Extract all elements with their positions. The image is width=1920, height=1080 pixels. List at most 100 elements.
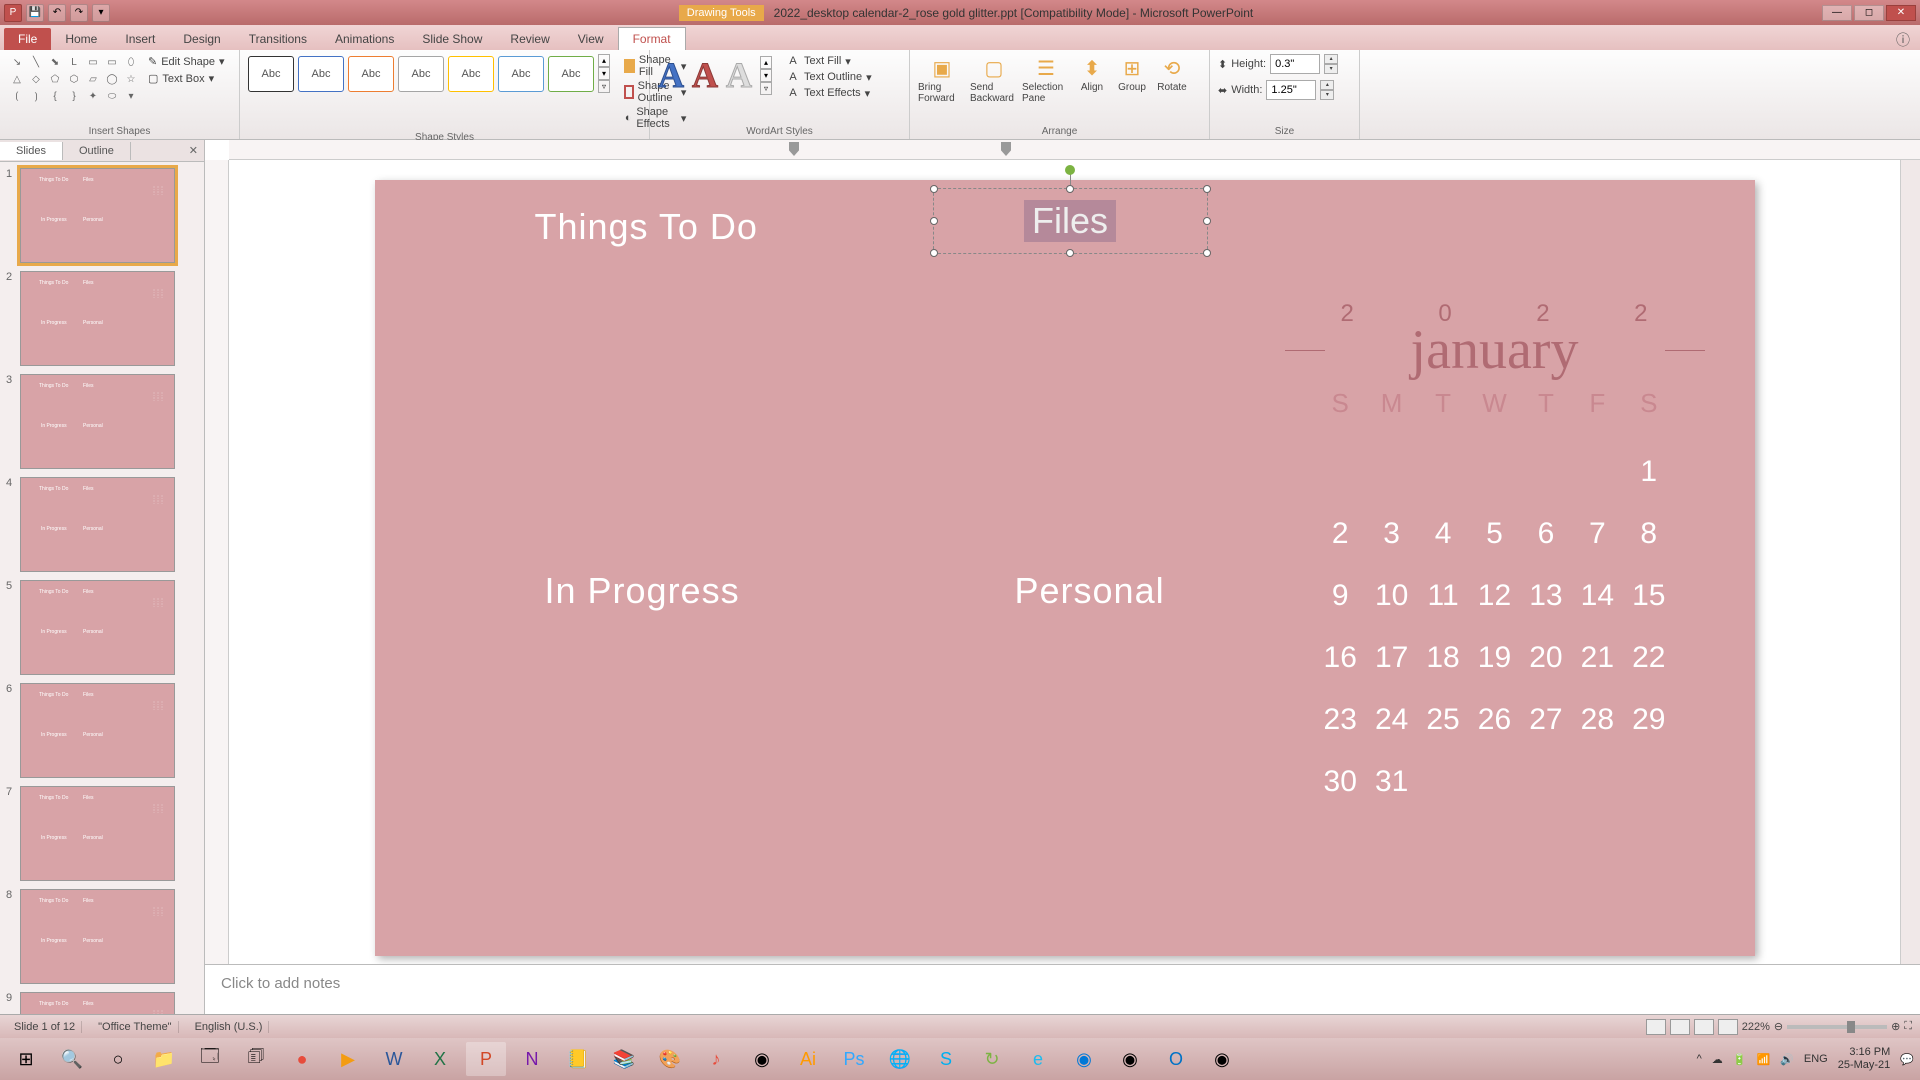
heading-in-progress[interactable]: In Progress (545, 570, 740, 612)
word-icon[interactable]: W (374, 1042, 414, 1076)
taskbar-app-icon[interactable]: 📒 (558, 1042, 598, 1076)
taskbar-app-icon[interactable]: 🎨 (650, 1042, 690, 1076)
maximize-button[interactable]: ◻ (1854, 5, 1884, 21)
group-button[interactable]: ⊞Group (1114, 54, 1150, 93)
tab-file[interactable]: File (4, 28, 51, 50)
text-fill-button[interactable]: AText Fill ▾ (786, 54, 872, 68)
taskbar-app-icon[interactable]: ↻ (972, 1042, 1012, 1076)
ie-icon[interactable]: e (1018, 1042, 1058, 1076)
edit-shape-button[interactable]: ✎Edit Shape ▾ (146, 54, 227, 69)
tray-notifications-icon[interactable]: 💬 (1900, 1053, 1914, 1066)
taskbar-app-icon[interactable]: ◉ (742, 1042, 782, 1076)
cortana-icon[interactable]: ○ (98, 1042, 138, 1076)
height-input[interactable] (1270, 54, 1320, 74)
tab-animations[interactable]: Animations (321, 28, 408, 50)
slide-thumbnail[interactable]: Things To Do Files In Progress Personal … (20, 889, 175, 984)
skype-icon[interactable]: S (926, 1042, 966, 1076)
fit-to-window-button[interactable]: ⛶ (1904, 1020, 1912, 1033)
tray-battery-icon[interactable]: 🔋 (1733, 1053, 1747, 1066)
view-normal-button[interactable] (1646, 1019, 1666, 1035)
taskbar-app-icon[interactable]: 🗔 (190, 1042, 230, 1076)
start-button[interactable]: ⊞ (6, 1042, 46, 1076)
view-reading-button[interactable] (1694, 1019, 1714, 1035)
resize-handle[interactable] (1203, 185, 1211, 193)
minimize-button[interactable]: — (1822, 5, 1852, 21)
zoom-level[interactable]: 222% (1742, 1021, 1770, 1033)
panel-close-icon[interactable]: ✕ (183, 144, 204, 157)
tab-review[interactable]: Review (496, 28, 563, 50)
wordart-gallery[interactable]: A A A ▴▾▿ (658, 54, 772, 96)
slide-thumbnail[interactable]: Things To Do Files In Progress Personal … (20, 477, 175, 572)
tab-outline[interactable]: Outline (63, 142, 131, 160)
tab-format[interactable]: Format (618, 27, 686, 50)
slide-thumbnail[interactable]: Things To Do Files In Progress Personal … (20, 168, 175, 263)
onenote-icon[interactable]: N (512, 1042, 552, 1076)
notes-pane[interactable]: Click to add notes (205, 964, 1920, 1014)
qat-customize[interactable]: ▾ (92, 4, 110, 22)
rotation-handle[interactable] (1065, 165, 1075, 175)
text-outline-button[interactable]: AText Outline ▾ (786, 70, 872, 84)
powerpoint-icon[interactable]: P (466, 1042, 506, 1076)
excel-icon[interactable]: X (420, 1042, 460, 1076)
close-button[interactable]: ✕ (1886, 5, 1916, 21)
text-box-button[interactable]: ▢Text Box ▾ (146, 71, 227, 86)
tab-view[interactable]: View (564, 28, 618, 50)
taskbar-app-icon[interactable]: ♪ (696, 1042, 736, 1076)
redo-button[interactable]: ↷ (70, 4, 88, 22)
tab-home[interactable]: Home (51, 28, 111, 50)
tray-volume-icon[interactable]: 🔊 (1780, 1053, 1794, 1066)
slide-thumbnail[interactable]: Things To Do Files In Progress Personal … (20, 580, 175, 675)
rotate-button[interactable]: ⟲Rotate (1154, 54, 1190, 93)
photoshop-icon[interactable]: Ps (834, 1042, 874, 1076)
resize-handle[interactable] (1203, 249, 1211, 257)
send-backward-button[interactable]: ▢Send Backward (970, 54, 1018, 104)
selected-text-box[interactable]: Files (933, 188, 1208, 254)
width-down[interactable]: ▾ (1320, 90, 1334, 100)
vertical-scrollbar[interactable] (1900, 160, 1920, 964)
help-icon[interactable]: ⓘ (1896, 30, 1910, 50)
tray-chevron-icon[interactable]: ^ (1697, 1053, 1702, 1065)
tab-insert[interactable]: Insert (111, 28, 169, 50)
powerpoint-icon[interactable]: P (4, 4, 22, 22)
tray-wifi-icon[interactable]: 📶 (1756, 1053, 1770, 1066)
align-button[interactable]: ⬍Align (1074, 54, 1110, 93)
save-button[interactable]: 💾 (26, 4, 44, 22)
bring-forward-button[interactable]: ▣Bring Forward (918, 54, 966, 104)
heading-personal[interactable]: Personal (1015, 570, 1165, 612)
resize-handle[interactable] (930, 185, 938, 193)
width-up[interactable]: ▴ (1320, 80, 1334, 90)
height-down[interactable]: ▾ (1324, 64, 1338, 74)
tray-clock[interactable]: 3:16 PM 25-May-21 (1838, 1046, 1891, 1072)
heading-things-to-do[interactable]: Things To Do (535, 206, 758, 248)
view-sorter-button[interactable] (1670, 1019, 1690, 1035)
chrome-icon[interactable]: ◉ (1110, 1042, 1150, 1076)
resize-handle[interactable] (1066, 249, 1074, 257)
file-explorer-icon[interactable]: 📁 (144, 1042, 184, 1076)
slide-thumbnail[interactable]: Things To Do Files In Progress Personal … (20, 271, 175, 366)
taskbar-app-icon[interactable]: ● (282, 1042, 322, 1076)
resize-handle[interactable] (1066, 185, 1074, 193)
thumbnail-list[interactable]: 1 Things To Do Files In Progress Persona… (0, 162, 204, 1014)
slide-thumbnail[interactable]: Things To Do Files In Progress Personal … (20, 992, 175, 1014)
taskbar-app-icon[interactable]: 📚 (604, 1042, 644, 1076)
zoom-out-button[interactable]: ⊖ (1774, 1020, 1783, 1033)
shapes-gallery[interactable]: ↘╲⬊L▭▭⬯ △◇⬠⬡▱◯☆ ⟮⟯{}✦⬭▾ (8, 54, 140, 104)
tab-slides[interactable]: Slides (0, 142, 63, 160)
height-up[interactable]: ▴ (1324, 54, 1338, 64)
ruler-indent-right[interactable] (1001, 142, 1011, 156)
shape-style-gallery[interactable]: Abc Abc Abc Abc Abc Abc Abc ▴▾▿ (248, 54, 610, 93)
search-icon[interactable]: 🔍 (52, 1042, 92, 1076)
status-theme[interactable]: "Office Theme" (92, 1021, 178, 1033)
illustrator-icon[interactable]: Ai (788, 1042, 828, 1076)
slide-thumbnail[interactable]: Things To Do Files In Progress Personal … (20, 374, 175, 469)
taskbar-app-icon[interactable]: 🌐 (880, 1042, 920, 1076)
taskbar-app-icon[interactable]: 🗊 (236, 1042, 276, 1076)
tab-transitions[interactable]: Transitions (235, 28, 321, 50)
steam-icon[interactable]: ◉ (1202, 1042, 1242, 1076)
resize-handle[interactable] (930, 249, 938, 257)
tab-slide-show[interactable]: Slide Show (408, 28, 496, 50)
slide-canvas-area[interactable]: Things To Do In Progress Personal Files (229, 160, 1900, 964)
status-slide-number[interactable]: Slide 1 of 12 (8, 1021, 82, 1033)
zoom-slider[interactable] (1787, 1025, 1887, 1029)
undo-button[interactable]: ↶ (48, 4, 66, 22)
